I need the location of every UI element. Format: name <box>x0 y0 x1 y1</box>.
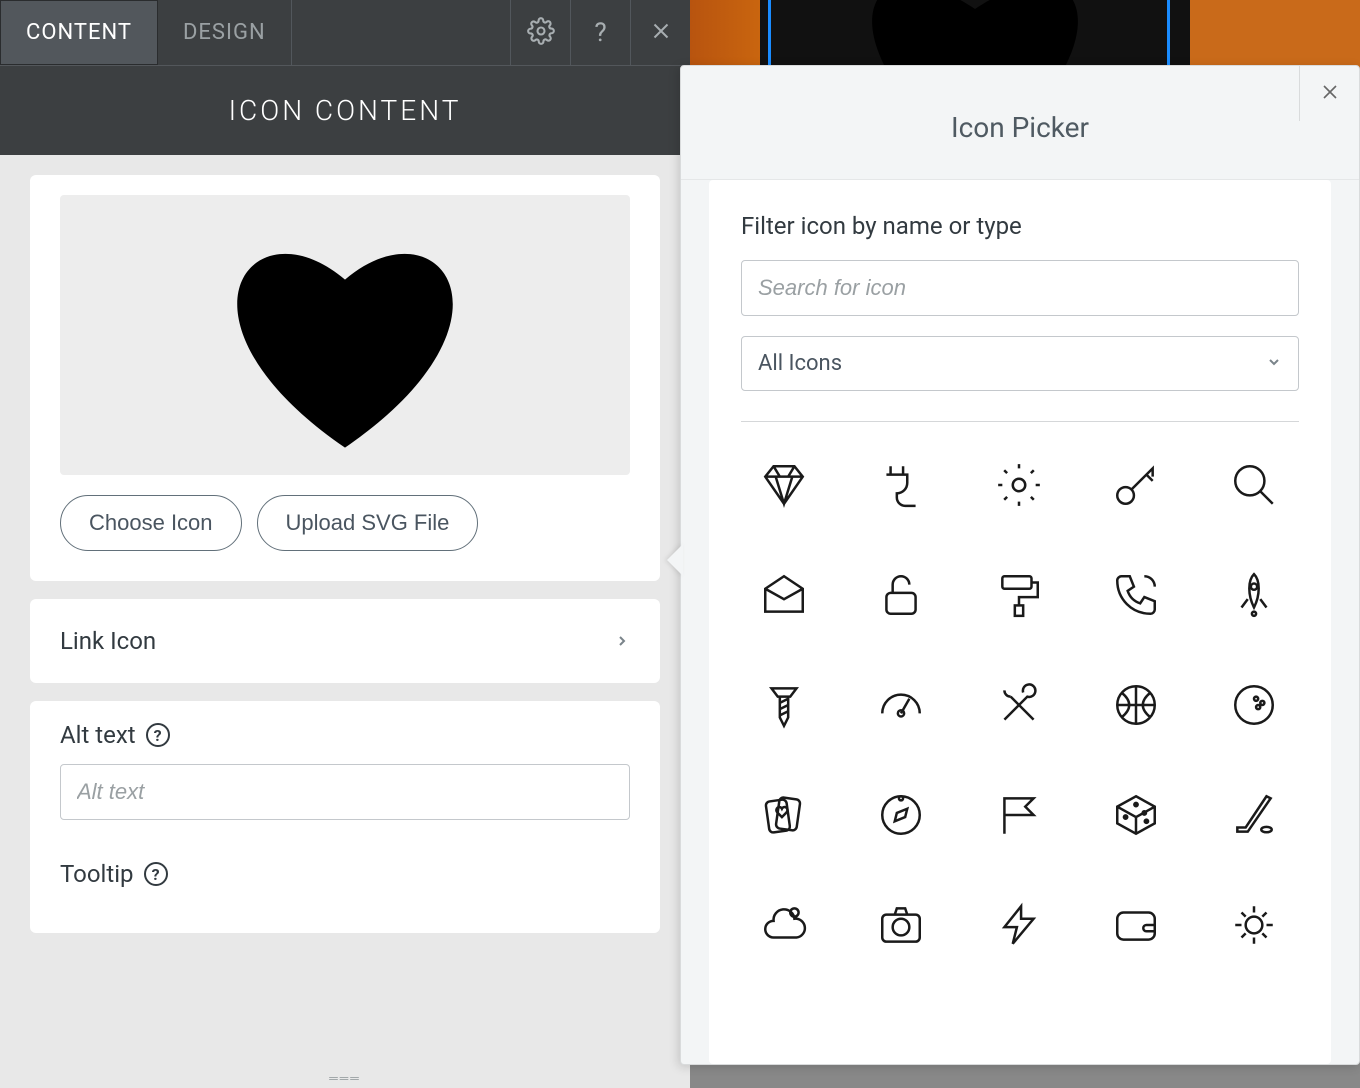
key-icon[interactable] <box>1109 457 1164 512</box>
tools-icon[interactable] <box>991 677 1046 732</box>
alt-text-label-text: Alt text <box>60 721 136 749</box>
icon-picker-panel: Icon Picker Filter icon by name or type … <box>680 65 1360 1065</box>
upload-svg-button[interactable]: Upload SVG File <box>257 495 479 551</box>
filter-label: Filter icon by name or type <box>741 212 1299 240</box>
question-icon: ? <box>594 18 606 48</box>
cards-icon[interactable] <box>756 787 811 842</box>
help-icon[interactable]: ? <box>146 723 170 747</box>
popup-notch <box>667 544 683 576</box>
close-icon <box>1318 80 1342 108</box>
chevron-right-icon <box>614 627 630 655</box>
close-button[interactable] <box>630 0 690 65</box>
tab-content[interactable]: CONTENT <box>0 0 158 65</box>
alt-tooltip-card: Alt text ? Tooltip ? <box>30 701 660 933</box>
lightning-icon[interactable] <box>991 897 1046 952</box>
link-icon-card: Link Icon <box>30 599 660 683</box>
envelope-icon[interactable] <box>756 567 811 622</box>
select-value: All Icons <box>758 351 842 376</box>
link-icon-label: Link Icon <box>60 627 156 655</box>
basketball-icon[interactable] <box>1109 677 1164 732</box>
gauge-icon[interactable] <box>874 677 929 732</box>
dice-icon[interactable] <box>1109 787 1164 842</box>
cloud-icon[interactable] <box>756 897 811 952</box>
tooltip-label: Tooltip ? <box>60 860 630 888</box>
tab-bar: CONTENT DESIGN ? <box>0 0 690 65</box>
wallet-icon[interactable] <box>1109 897 1164 952</box>
icon-card: Choose Icon Upload SVG File <box>30 175 660 581</box>
picker-title: Icon Picker <box>681 66 1359 180</box>
gear-icon <box>527 17 555 49</box>
phone-icon[interactable] <box>1109 567 1164 622</box>
bowling-icon[interactable] <box>1226 677 1281 732</box>
divider <box>741 421 1299 422</box>
help-icon[interactable]: ? <box>144 862 168 886</box>
section-title: ICON CONTENT <box>0 65 690 155</box>
compass-icon[interactable] <box>874 787 929 842</box>
editor-panel: CONTENT DESIGN ? ICON CONTENT Choose <box>0 0 690 1088</box>
diamond-icon[interactable] <box>756 457 811 512</box>
gear2-icon[interactable] <box>1226 897 1281 952</box>
link-icon-row[interactable]: Link Icon <box>60 599 630 683</box>
close-icon <box>648 18 674 48</box>
gear-icon[interactable] <box>991 457 1046 512</box>
chevron-down-icon <box>1266 351 1282 376</box>
icon-category-select[interactable]: All Icons <box>741 336 1299 391</box>
camera-icon[interactable] <box>874 897 929 952</box>
paint-roller-icon[interactable] <box>991 567 1046 622</box>
alt-text-label: Alt text ? <box>60 721 630 749</box>
flag-icon[interactable] <box>991 787 1046 842</box>
help-button[interactable]: ? <box>570 0 630 65</box>
hockey-icon[interactable] <box>1226 787 1281 842</box>
canvas-heart-preview <box>780 0 1170 70</box>
tooltip-label-text: Tooltip <box>60 860 134 888</box>
magnifier-icon[interactable] <box>1226 457 1281 512</box>
icon-preview <box>60 195 630 475</box>
tab-design[interactable]: DESIGN <box>158 0 292 65</box>
alt-text-input[interactable] <box>60 764 630 820</box>
icon-grid <box>741 452 1299 957</box>
selection-outline <box>768 0 1170 68</box>
panel-body: Choose Icon Upload SVG File Link Icon Al… <box>0 155 690 1068</box>
plug-icon[interactable] <box>874 457 929 512</box>
heart-icon <box>205 213 485 457</box>
icon-search-input[interactable] <box>741 260 1299 316</box>
canvas-backdrop-right <box>1190 0 1360 72</box>
choose-icon-button[interactable]: Choose Icon <box>60 495 242 551</box>
settings-button[interactable] <box>510 0 570 65</box>
lock-open-icon[interactable] <box>874 567 929 622</box>
resize-handle[interactable]: ═══ <box>0 1068 690 1088</box>
rocket-icon[interactable] <box>1226 567 1281 622</box>
picker-close-button[interactable] <box>1299 66 1359 121</box>
picker-body: Filter icon by name or type All Icons <box>709 180 1331 1064</box>
screw-icon[interactable] <box>756 677 811 732</box>
